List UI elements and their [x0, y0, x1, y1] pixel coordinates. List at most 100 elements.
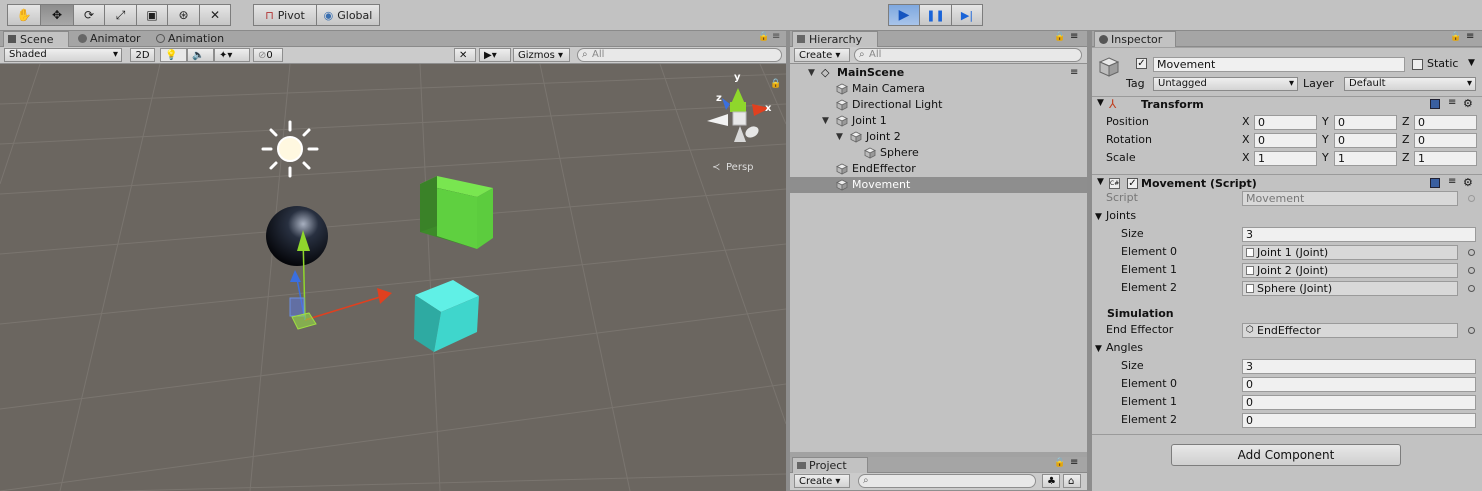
hierarchy-item[interactable]: Directional Light: [790, 97, 1087, 113]
static-checkbox[interactable]: [1412, 59, 1423, 70]
filter-label-button[interactable]: ⌂: [1063, 474, 1081, 488]
hidden-toggle[interactable]: ⊘0: [253, 48, 283, 62]
tab-project[interactable]: Project: [792, 457, 868, 473]
lock-icon[interactable]: 🔒: [758, 32, 769, 42]
scene-viewport[interactable]: y x z 🔒 ≺ Persp: [0, 64, 786, 491]
rect-tool-button[interactable]: ▣: [136, 4, 168, 26]
hierarchy-item[interactable]: Main Camera: [790, 81, 1087, 97]
joints-size-input[interactable]: 3: [1242, 227, 1476, 242]
tab-hierarchy[interactable]: Hierarchy: [792, 31, 878, 47]
tag-dropdown[interactable]: Untagged: [1153, 77, 1298, 91]
panel-menu-icon[interactable]: ≡: [1070, 31, 1078, 42]
gear-icon[interactable]: ⚙: [1463, 97, 1473, 110]
tab-animation[interactable]: Animation: [152, 31, 248, 47]
transform-y-input[interactable]: 1: [1334, 151, 1397, 166]
scale-tool-button[interactable]: ⤢: [104, 4, 137, 26]
transform-header[interactable]: ▼ ⅄ Transform ≡ ⚙: [1092, 96, 1482, 114]
transform-z-input[interactable]: 1: [1414, 151, 1477, 166]
orientation-gizmo[interactable]: y x z: [707, 72, 772, 142]
joint-element-field[interactable]: Sphere (Joint): [1242, 281, 1458, 296]
tab-inspector[interactable]: Inspector: [1094, 31, 1176, 47]
joint-element-field[interactable]: Joint 2 (Joint): [1242, 263, 1458, 278]
component-enabled-checkbox[interactable]: ✓: [1127, 178, 1138, 189]
lock-icon[interactable]: 🔒: [1054, 458, 1065, 468]
pivot-toggle[interactable]: ⊓ Pivot: [253, 4, 317, 26]
effects-dropdown[interactable]: ✦▾: [214, 48, 250, 62]
scene-menu-icon[interactable]: ≡: [1070, 65, 1078, 81]
lighting-toggle[interactable]: 💡: [160, 48, 187, 62]
shading-dropdown[interactable]: Shaded: [4, 48, 122, 62]
tab-animator[interactable]: Animator: [74, 31, 154, 47]
transform-x-input[interactable]: 1: [1254, 151, 1317, 166]
global-toggle[interactable]: ◉ Global: [316, 4, 380, 26]
transform-x-input[interactable]: 0: [1254, 115, 1317, 130]
hierarchy-create-dropdown[interactable]: Create ▾: [794, 48, 850, 62]
transform-z-input[interactable]: 0: [1414, 133, 1477, 148]
cyan-cube-object[interactable]: [414, 280, 479, 352]
fold-arrow-icon[interactable]: ▼: [1097, 177, 1104, 187]
object-name-input[interactable]: Movement: [1153, 57, 1405, 72]
angle-element-input[interactable]: 0: [1242, 395, 1476, 410]
move-gizmo[interactable]: [289, 230, 392, 330]
project-search-input[interactable]: [858, 474, 1036, 488]
hierarchy-item[interactable]: ▼ Joint 2: [790, 129, 1087, 145]
settings-sliders-icon[interactable]: ≡: [1448, 97, 1456, 108]
lock-icon[interactable]: 🔒: [1450, 32, 1461, 42]
fold-arrow-icon[interactable]: ▼: [1095, 212, 1102, 222]
movement-script-header[interactable]: ▼ C# ✓ Movement (Script) ≡ ⚙: [1092, 174, 1482, 192]
play-button[interactable]: ▶: [888, 4, 920, 26]
audio-toggle[interactable]: 🔈: [187, 48, 214, 62]
2d-toggle[interactable]: 2D: [130, 48, 155, 62]
object-picker-icon[interactable]: [1468, 327, 1475, 334]
scene-tools-button[interactable]: ✕: [454, 48, 476, 62]
gizmo-lock-icon[interactable]: 🔒: [770, 78, 781, 89]
hierarchy-item[interactable]: Movement: [790, 177, 1087, 193]
transform-tool-button[interactable]: ⊛: [167, 4, 200, 26]
transform-z-input[interactable]: 0: [1414, 115, 1477, 130]
expand-arrow-icon[interactable]: ▼: [822, 113, 829, 129]
fold-arrow-icon[interactable]: ▼: [1097, 98, 1104, 108]
sphere-object[interactable]: [266, 206, 328, 266]
panel-menu-icon[interactable]: ≡: [1070, 457, 1078, 468]
end-effector-field[interactable]: ⬡ EndEffector: [1242, 323, 1458, 338]
add-component-button[interactable]: Add Component: [1171, 444, 1401, 466]
tab-scene[interactable]: Scene: [3, 31, 69, 47]
green-cube-object[interactable]: [420, 176, 493, 249]
hierarchy-search-input[interactable]: All: [854, 48, 1082, 62]
angle-element-input[interactable]: 0: [1242, 413, 1476, 428]
persp-label[interactable]: Persp: [726, 162, 754, 173]
x-axis-handle[interactable]: [377, 288, 392, 304]
panel-menu-icon[interactable]: ≡: [772, 31, 780, 42]
static-dropdown-icon[interactable]: ▼: [1468, 58, 1475, 68]
transform-x-input[interactable]: 0: [1254, 133, 1317, 148]
angles-size-input[interactable]: 3: [1242, 359, 1476, 374]
angle-element-input[interactable]: 0: [1242, 377, 1476, 392]
pause-button[interactable]: ❚❚: [919, 4, 952, 26]
gizmos-dropdown[interactable]: Gizmos ▾: [513, 48, 570, 62]
project-create-dropdown[interactable]: Create ▾: [794, 474, 850, 488]
help-book-icon[interactable]: [1430, 99, 1440, 109]
scene-root-row[interactable]: ▼ ◇ MainScene ≡: [790, 65, 1087, 81]
joint-element-field[interactable]: Joint 1 (Joint): [1242, 245, 1458, 260]
fold-arrow-icon[interactable]: ▼: [1095, 344, 1102, 354]
active-checkbox[interactable]: ✓: [1136, 58, 1147, 69]
transform-y-input[interactable]: 0: [1334, 133, 1397, 148]
hierarchy-item[interactable]: Sphere: [790, 145, 1087, 161]
directional-light-icon[interactable]: [261, 120, 319, 178]
filter-type-button[interactable]: ♣: [1042, 474, 1060, 488]
expand-arrow-icon[interactable]: ▼: [836, 129, 843, 145]
object-picker-icon[interactable]: [1468, 285, 1475, 292]
lock-icon[interactable]: 🔒: [1054, 32, 1065, 42]
expand-arrow-icon[interactable]: ▼: [808, 65, 815, 81]
scene-search-input[interactable]: All: [577, 48, 782, 62]
settings-sliders-icon[interactable]: ≡: [1448, 176, 1456, 187]
move-tool-button[interactable]: ✥: [40, 4, 74, 26]
step-button[interactable]: ▶|: [951, 4, 983, 26]
hierarchy-item[interactable]: EndEffector: [790, 161, 1087, 177]
hand-tool-button[interactable]: ✋: [7, 4, 41, 26]
camera-dropdown[interactable]: ▶▾: [479, 48, 511, 62]
object-picker-icon[interactable]: [1468, 249, 1475, 256]
gear-icon[interactable]: ⚙: [1463, 176, 1473, 189]
hierarchy-item[interactable]: ▼ Joint 1: [790, 113, 1087, 129]
rotate-tool-button[interactable]: ⟳: [73, 4, 105, 26]
